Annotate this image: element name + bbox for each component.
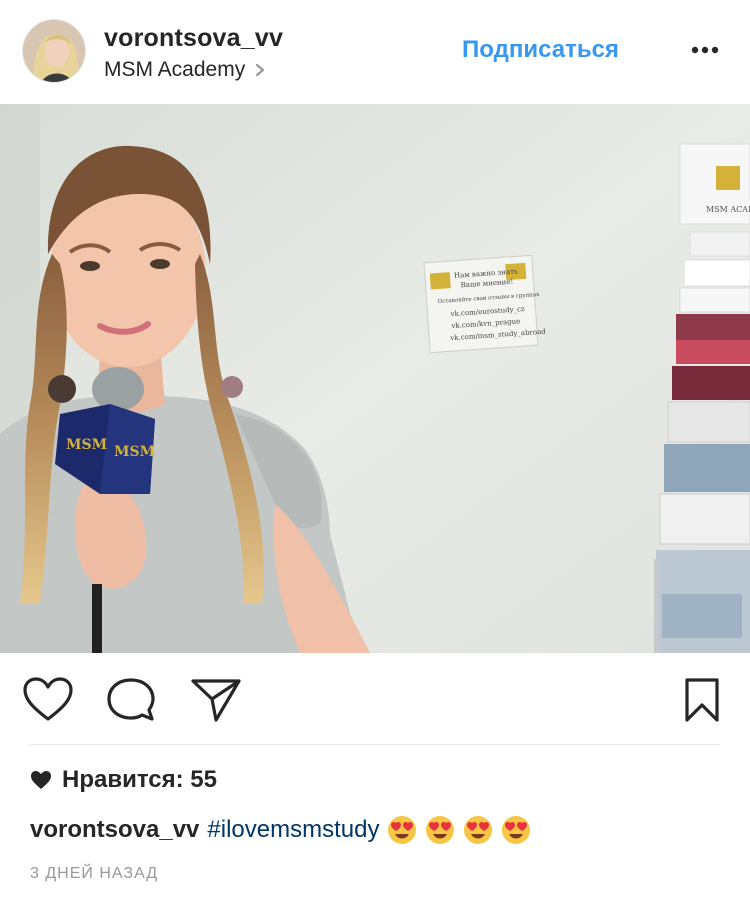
- stand-logo: MSM ACADEMY: [706, 205, 750, 214]
- avatar[interactable]: [22, 19, 86, 83]
- likes-label[interactable]: Нравится: 55: [62, 766, 217, 794]
- mic-flag-text: MSM: [66, 437, 107, 453]
- heart-filled-icon: [31, 771, 51, 789]
- photo-image: Нам важно знать Ваше мнение! Оставляйте …: [0, 104, 750, 653]
- likes-count[interactable]: Нравится: 55: [30, 766, 217, 794]
- post-actions: [0, 653, 750, 745]
- post-username[interactable]: vorontsova_vv: [104, 24, 283, 53]
- post-header: vorontsova_vv MSM Academy Подписаться: [0, 0, 750, 104]
- location-label[interactable]: MSM Academy: [104, 58, 245, 82]
- chevron-right-icon: [256, 63, 265, 77]
- heart-eyes-emoji: [426, 816, 455, 844]
- caption-hashtag[interactable]: #ilovemsmstudy: [207, 816, 379, 844]
- avatar-image: [23, 20, 85, 82]
- wall-poster: Нам важно знать Ваше мнение! Оставляйте …: [423, 254, 547, 354]
- heart-eyes-emoji: [502, 816, 531, 844]
- bookmark-icon[interactable]: [684, 677, 720, 723]
- share-icon[interactable]: [190, 677, 242, 723]
- heart-eyes-emoji: [464, 816, 493, 844]
- svg-text:MSM: MSM: [114, 444, 155, 460]
- heart-icon[interactable]: [22, 677, 74, 723]
- post-location[interactable]: MSM Academy: [104, 58, 267, 82]
- follow-button[interactable]: Подписаться: [462, 36, 619, 64]
- post-timestamp: 3 ДНЕЙ НАЗАД: [30, 865, 159, 882]
- comment-icon[interactable]: [106, 677, 156, 723]
- caption: vorontsova_vv #ilovemsmstudy: [30, 815, 539, 845]
- divider: [30, 744, 720, 745]
- post-photo[interactable]: Нам важно знать Ваше мнение! Оставляйте …: [0, 104, 750, 653]
- caption-username[interactable]: vorontsova_vv: [30, 816, 199, 844]
- more-icon[interactable]: [690, 44, 720, 56]
- heart-eyes-emoji: [388, 816, 417, 844]
